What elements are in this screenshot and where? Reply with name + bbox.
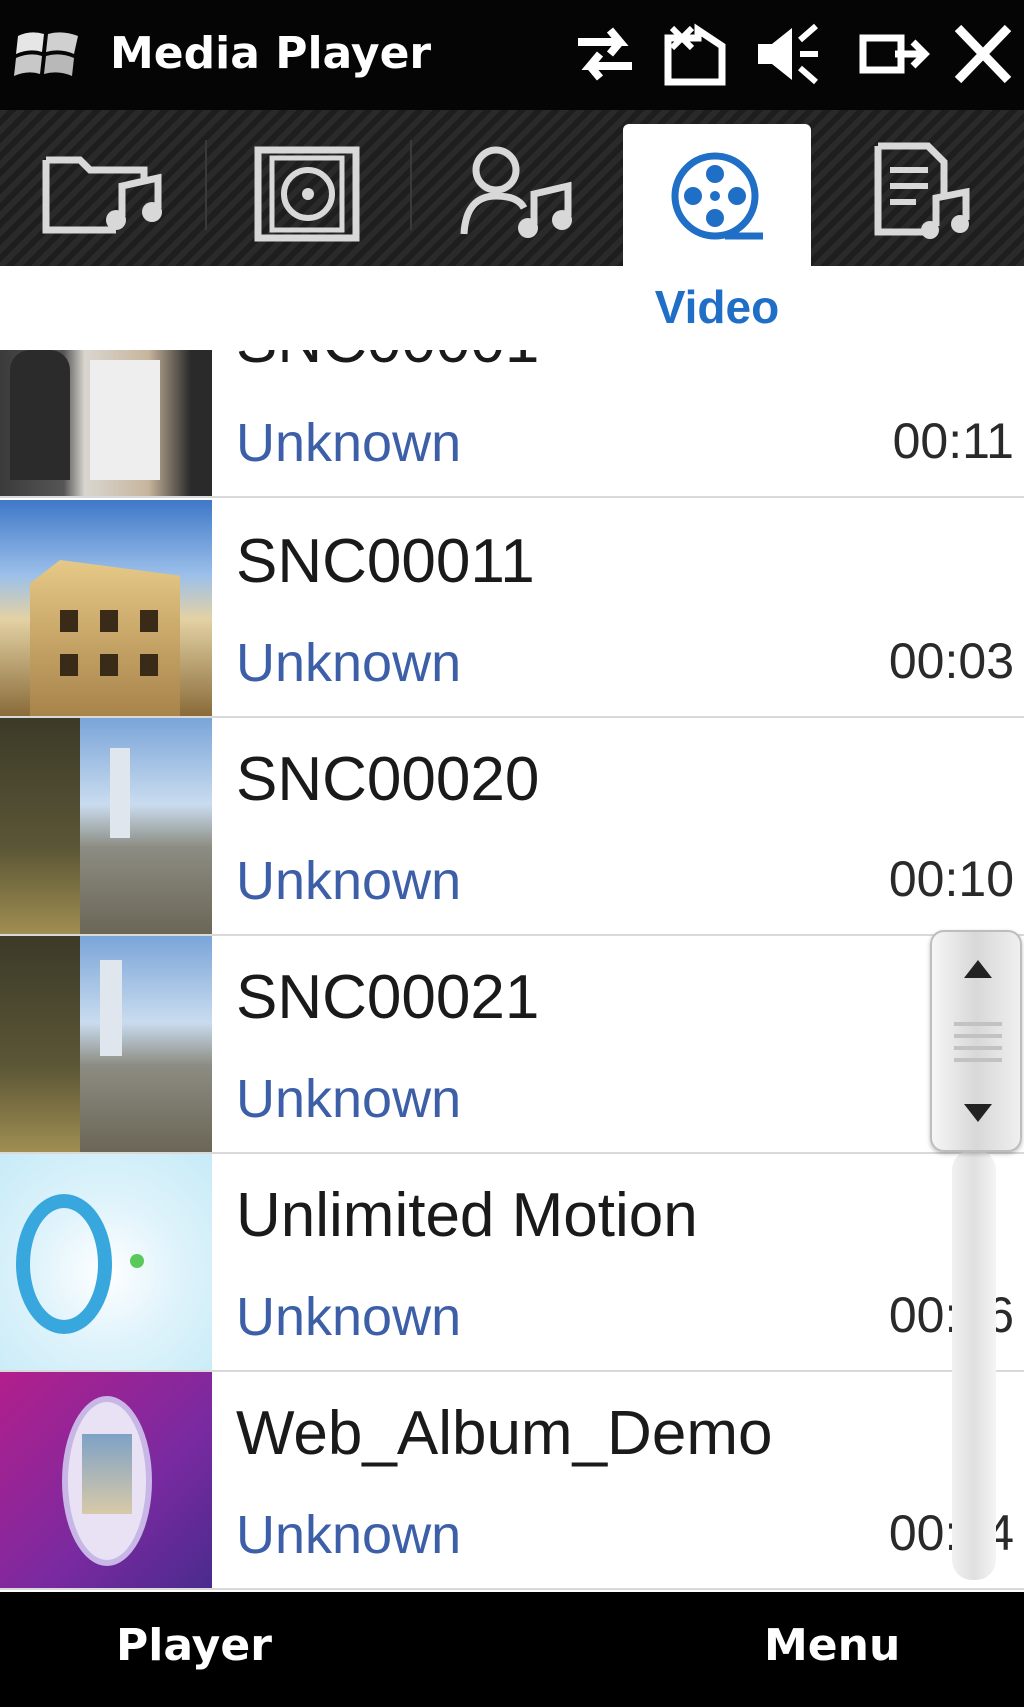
windows-start-icon[interactable] [12, 22, 84, 86]
scrollbar-grip [954, 1058, 1002, 1062]
tab-header-area [0, 266, 1024, 350]
scrollbar-grip [954, 1046, 1002, 1050]
video-list: SNC00001 Unknown 00:11 SNC00011 Unknown … [0, 350, 1024, 1592]
title-bar: Media Player [0, 0, 1024, 110]
video-artist: Unknown [236, 1287, 462, 1347]
video-duration: 00:11 [892, 413, 1014, 469]
video-thumbnail [0, 350, 212, 496]
list-item[interactable]: SNC00021 Unknown 00 [0, 936, 1024, 1154]
video-artist: Unknown [236, 1069, 462, 1129]
video-thumbnail [0, 1154, 212, 1370]
folder-music-icon [42, 156, 162, 234]
volume-muted-icon[interactable] [752, 18, 820, 90]
scrollbar-grip [954, 1034, 1002, 1038]
tab-separator [410, 140, 412, 230]
video-title: SNC00021 [236, 963, 540, 1032]
connectivity-icon[interactable] [570, 18, 640, 90]
no-signal-icon[interactable] [658, 18, 732, 90]
video-title: SNC00001 [236, 350, 539, 377]
list-item[interactable]: SNC00001 Unknown 00:11 [0, 350, 1024, 498]
battery-icon[interactable] [855, 18, 931, 90]
video-thumbnail [0, 936, 212, 1152]
scroll-up-icon[interactable] [960, 956, 996, 982]
video-thumbnail [0, 718, 212, 934]
library-tab-strip [0, 110, 1024, 266]
active-tab-label: Video [654, 281, 780, 333]
video-artist: Unknown [236, 413, 462, 473]
list-item[interactable]: SNC00011 Unknown 00:03 [0, 500, 1024, 718]
video-artist: Unknown [236, 851, 462, 911]
tab-playlists[interactable] [860, 110, 1010, 266]
video-duration: 00:03 [888, 633, 1014, 689]
scrollbar-thumb[interactable] [930, 930, 1022, 1152]
video-thumbnail [0, 500, 212, 716]
softkey-bar: Player Menu [0, 1592, 1024, 1707]
playlist-icon [874, 142, 970, 239]
tab-separator [205, 140, 207, 230]
tab-artists[interactable] [448, 110, 598, 266]
video-title: SNC00011 [236, 527, 535, 596]
list-item[interactable]: SNC00020 Unknown 00:10 [0, 718, 1024, 936]
tab-video[interactable] [623, 124, 811, 274]
app-title: Media Player [110, 28, 432, 79]
tab-folders[interactable] [30, 110, 180, 266]
tab-albums[interactable] [240, 110, 380, 266]
video-artist: Unknown [236, 633, 462, 693]
list-item[interactable]: Web_Album_Demo Unknown 00:44 [0, 1372, 1024, 1590]
video-title: Unlimited Motion [236, 1181, 698, 1250]
video-reel-icon [671, 152, 763, 240]
video-artist: Unknown [236, 1505, 462, 1565]
video-title: Web_Album_Demo [236, 1399, 773, 1468]
close-icon[interactable] [948, 18, 1018, 90]
artist-icon [460, 146, 572, 238]
scrollbar-grip [954, 1022, 1002, 1026]
video-duration: 00:10 [888, 851, 1014, 907]
video-title: SNC00020 [236, 745, 540, 814]
player-softkey[interactable]: Player [116, 1620, 272, 1671]
menu-softkey[interactable]: Menu [764, 1620, 900, 1671]
video-thumbnail [0, 1372, 212, 1588]
scrollbar-track[interactable] [952, 1150, 996, 1580]
scroll-down-icon[interactable] [960, 1100, 996, 1126]
album-icon [254, 146, 360, 242]
list-item[interactable]: Unlimited Motion Unknown 00:36 [0, 1154, 1024, 1372]
